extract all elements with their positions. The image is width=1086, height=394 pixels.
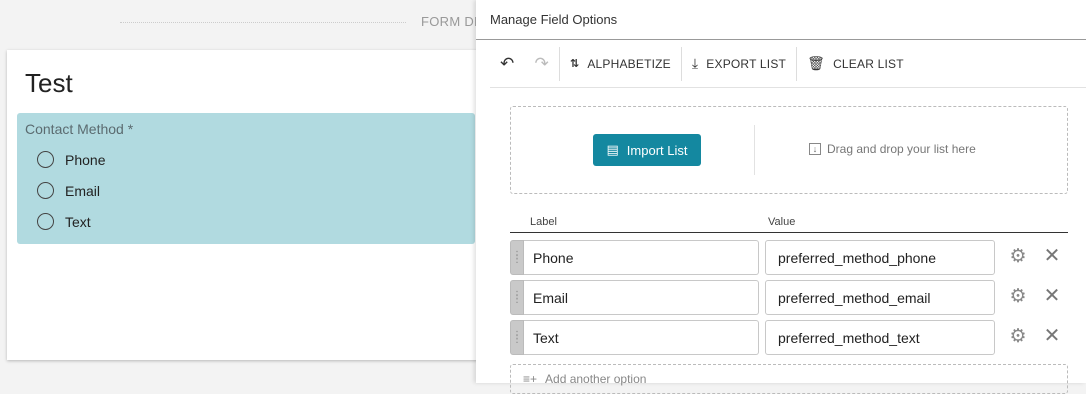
radio-option[interactable]: Phone [37, 151, 105, 168]
option-row: ⋮ ⋮ Text preferred_method_text ⚙ ✕ [510, 320, 1070, 356]
option-label-input[interactable]: Text [524, 320, 759, 355]
options-toolbar: ↶ ↷ ⇅ ALPHABETIZE ⤓ EXPORT LIST 🗑 CLEAR … [490, 40, 1086, 88]
download-box-icon: ↓ [809, 143, 821, 155]
import-file-icon: ▤ [606, 142, 619, 157]
radio-option[interactable]: Text [37, 213, 91, 230]
option-row: ⋮ ⋮ Email preferred_method_email ⚙ ✕ [510, 280, 1070, 316]
radio-option-label: Email [65, 182, 101, 199]
value-column-header: Value [768, 216, 796, 228]
add-option-label: Add another option [545, 372, 647, 386]
close-icon[interactable]: ✕ [1042, 286, 1062, 306]
gear-icon[interactable]: ⚙ [1008, 327, 1028, 347]
import-list-label: Import List [626, 142, 688, 158]
redo-icon: ↷ [534, 53, 549, 73]
manage-field-options-panel: Manage Field Options ↶ ↷ ⇅ ALPHABETIZE ⤓… [476, 0, 1086, 394]
export-list-label: EXPORT LIST [706, 56, 787, 71]
drag-handle-icon[interactable]: ⋮ ⋮ [510, 240, 524, 275]
clear-list-label: CLEAR LIST [833, 56, 904, 71]
close-icon[interactable]: ✕ [1042, 326, 1062, 346]
trash-icon: 🗑 [807, 55, 826, 71]
header-divider [120, 22, 406, 23]
option-label-input[interactable]: Phone [524, 240, 759, 275]
selected-field[interactable]: Contact Method * Phone Email Text [17, 113, 475, 244]
option-value-input[interactable]: preferred_method_phone [765, 240, 995, 275]
form-preview-card: Test Contact Method * Phone Email Text [7, 50, 487, 360]
option-value-input[interactable]: preferred_method_email [765, 280, 995, 315]
option-row: ⋮ ⋮ Phone preferred_method_phone ⚙ ✕ [510, 240, 1070, 276]
download-icon: ⤓ [691, 55, 699, 71]
radio-circle-icon[interactable] [37, 213, 54, 230]
undo-button[interactable]: ↶ [490, 47, 524, 81]
add-option-button[interactable]: ≡+ Add another option [510, 364, 1068, 394]
undo-icon: ↶ [500, 53, 515, 73]
field-label: Contact Method * [25, 121, 134, 137]
gear-icon[interactable]: ⚙ [1008, 287, 1028, 307]
drag-drop-text: Drag and drop your list here [827, 142, 976, 156]
alphabetize-button[interactable]: ⇅ ALPHABETIZE [560, 47, 681, 81]
drag-drop-hint: ↓ Drag and drop your list here [809, 142, 976, 156]
export-list-button[interactable]: ⤓ EXPORT LIST [682, 47, 796, 81]
add-list-icon: ≡+ [523, 372, 538, 386]
panel-title: Manage Field Options [490, 12, 618, 27]
gear-icon[interactable]: ⚙ [1008, 247, 1028, 267]
import-dropzone[interactable]: ▤ Import List ↓ Drag and drop your list … [510, 106, 1068, 194]
clear-list-button[interactable]: 🗑 CLEAR LIST [797, 47, 914, 81]
radio-circle-icon[interactable] [37, 182, 54, 199]
radio-circle-icon[interactable] [37, 151, 54, 168]
close-icon[interactable]: ✕ [1042, 246, 1062, 266]
dropzone-divider [754, 125, 755, 175]
label-column-header: Label [530, 216, 557, 228]
columns-divider [510, 232, 1068, 233]
import-list-button[interactable]: ▤ Import List [593, 134, 701, 166]
sort-alpha-icon: ⇅ [569, 58, 580, 70]
option-value-input[interactable]: preferred_method_text [765, 320, 995, 355]
radio-option-label: Text [65, 213, 91, 230]
form-designer-label: FORM DE [421, 14, 476, 29]
drag-handle-icon[interactable]: ⋮ ⋮ [510, 320, 524, 355]
option-label-input[interactable]: Email [524, 280, 759, 315]
form-builder-header: FORM DE [0, 0, 476, 45]
drag-handle-icon[interactable]: ⋮ ⋮ [510, 280, 524, 315]
form-title[interactable]: Test [25, 68, 73, 99]
alphabetize-label: ALPHABETIZE [587, 56, 671, 71]
radio-option[interactable]: Email [37, 182, 100, 199]
radio-option-label: Phone [65, 151, 106, 168]
redo-button[interactable]: ↷ [524, 47, 558, 81]
